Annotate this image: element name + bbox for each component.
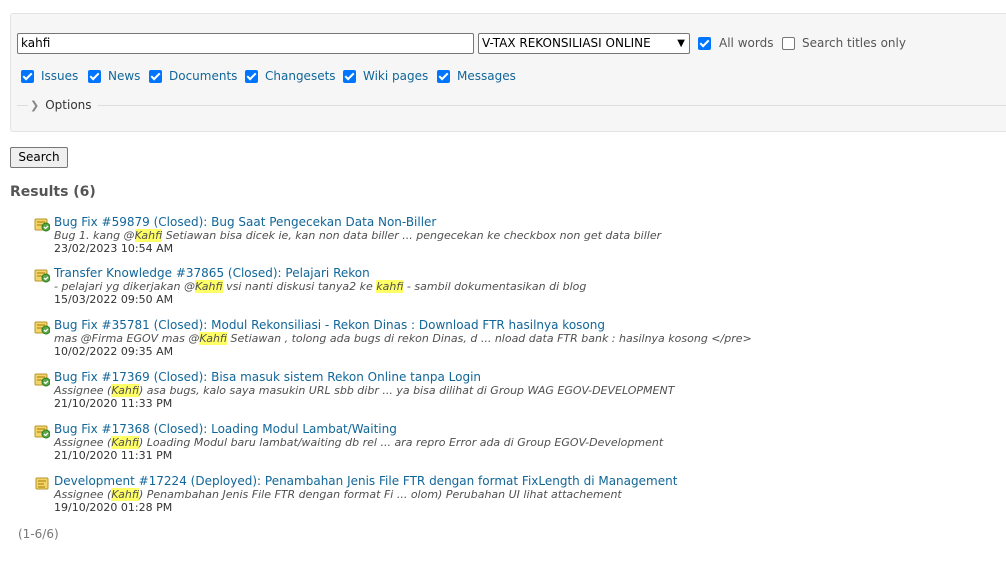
results-count: (6) [73,184,96,200]
highlighted-match: Kahfi [134,229,163,242]
bug-issue-icon [34,371,51,387]
bug-issue-icon [34,423,51,439]
filter-documents-checkbox[interactable] [149,70,162,83]
description-text: Assignee ( [54,488,112,501]
result-date: 21/10/2020 11:33 PM [54,397,173,410]
search-input[interactable]: kahfi [17,33,474,54]
filter-issues-checkbox[interactable] [21,70,34,83]
description-text: vsi nanti diskusi tanya2 ke [222,280,377,293]
description-text: mas @Firma EGOV mas @ [54,332,200,345]
closed-issue-icon [34,267,51,283]
titles-only-label[interactable]: Search titles only [802,36,906,50]
options-toggle[interactable]: ❯ Options [28,97,98,114]
filter-documents-label[interactable]: Documents [169,69,237,83]
description-text: ) Penambahan Jenis File FTR dengan forma… [138,488,622,501]
description-text: Assignee ( [54,436,112,449]
project-scope-value: V-TAX REKONSILIASI ONLINE [482,36,651,50]
chevron-down-icon: ▼ [677,38,685,49]
result-title-link[interactable]: Bug Fix #17369 (Closed): Bisa masuk sist… [54,369,481,385]
highlighted-match: kahfi [376,280,404,293]
result-date: 21/10/2020 11:31 PM [54,449,173,462]
all-words-label[interactable]: All words [719,36,773,50]
highlighted-match: Kahfi [194,280,223,293]
result-description: mas @Firma EGOV mas @Kahfi Setiawan , to… [54,332,752,346]
result-date: 10/02/2022 09:35 AM [54,345,174,358]
chevron-right-icon: ❯ [30,99,40,112]
result-date: 23/02/2023 10:54 AM [54,242,174,255]
description-text: Setiawan bisa dicek ie, kan non data bil… [162,229,662,242]
result-title-link[interactable]: Development #17224 (Deployed): Penambaha… [54,473,677,489]
options-divider [17,105,1006,106]
description-text: - sambil dokumentasikan di blog [403,280,587,293]
filter-wiki-pages-label[interactable]: Wiki pages [363,69,428,83]
result-description: - pelajari yg dikerjakan @Kahfi vsi nant… [54,280,586,294]
pagination-info: (1-6/6) [18,527,59,541]
result-date: 19/10/2020 01:28 PM [54,501,173,514]
highlighted-match: Kahfi [111,384,139,397]
results-heading-label: Results [10,184,69,200]
highlighted-match: Kahfi [111,488,139,501]
search-button[interactable]: Search [10,147,68,168]
result-title-link[interactable]: Bug Fix #59879 (Closed): Bug Saat Pengec… [54,214,436,230]
filter-messages-checkbox[interactable] [437,70,450,83]
description-text: Assignee ( [54,384,112,397]
result-description: Bug 1. kang @Kahfi Setiawan bisa dicek i… [54,229,661,243]
result-title-link[interactable]: Transfer Knowledge #37865 (Closed): Pela… [54,265,370,281]
description-text: Setiawan , tolong ada bugs di rekon Dina… [227,332,752,345]
filter-wiki-pages-checkbox[interactable] [343,70,356,83]
result-date: 15/03/2022 09:50 AM [54,293,174,306]
bug-issue-icon [34,319,51,335]
description-text: - pelajari yg dikerjakan @ [54,280,195,293]
result-title-link[interactable]: Bug Fix #17368 (Closed): Loading Modul L… [54,421,397,437]
issue-icon [34,475,50,491]
result-description: Assignee (Kahfi) asa bugs, kalo saya mas… [54,384,674,398]
filter-messages-label[interactable]: Messages [457,69,516,83]
project-scope-select[interactable]: V-TAX REKONSILIASI ONLINE ▼ [478,33,690,54]
highlighted-match: Kahfi [199,332,228,345]
options-label: Options [45,98,92,112]
filter-changesets-label[interactable]: Changesets [265,69,336,83]
description-text: ) asa bugs, kalo saya masukin URL sbb di… [138,384,675,397]
filter-changesets-checkbox[interactable] [245,70,258,83]
titles-only-checkbox[interactable] [782,37,795,50]
all-words-checkbox[interactable] [698,37,711,50]
result-description: Assignee (Kahfi) Loading Modul baru lamb… [54,436,663,450]
result-description: Assignee (Kahfi) Penambahan Jenis File F… [54,488,622,502]
description-text: ) Loading Modul baru lambat/waiting db r… [138,436,664,449]
filter-news-checkbox[interactable] [88,70,101,83]
bug-issue-icon [34,216,51,232]
results-heading: Results (6) [10,183,96,201]
description-text: Bug 1. kang @ [54,229,135,242]
highlighted-match: Kahfi [111,436,139,449]
filter-news-label[interactable]: News [108,69,140,83]
filter-issues-label[interactable]: Issues [41,69,78,83]
result-title-link[interactable]: Bug Fix #35781 (Closed): Modul Rekonsili… [54,317,605,333]
